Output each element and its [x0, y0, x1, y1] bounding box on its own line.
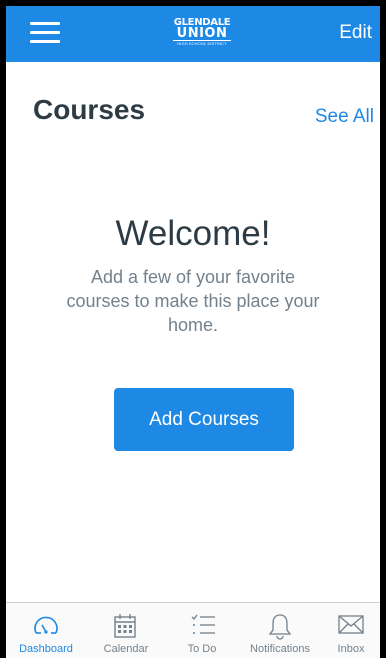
calendar-icon [114, 614, 136, 638]
logo-line-2: UNION [173, 27, 231, 41]
todo-icon [191, 614, 215, 634]
bottom-tab-bar: Dashboard Calendar To Do Notifications I… [6, 602, 380, 658]
courses-heading: Courses [33, 94, 146, 125]
hamburger-menu-icon[interactable] [30, 22, 60, 44]
envelope-icon [338, 615, 364, 634]
see-all-link[interactable]: See All [315, 106, 374, 128]
welcome-message: Add a few of your favorite courses to ma… [66, 267, 320, 335]
welcome-heading: Welcome! [115, 214, 271, 253]
app-screen: GLENDALE UNION HIGH SCHOOL DISTRICT Edit… [6, 6, 380, 658]
tab-notifications-label: Notifications [250, 643, 310, 655]
edit-button[interactable]: Edit [339, 22, 372, 44]
tab-calendar[interactable]: Calendar [86, 603, 166, 658]
tab-inbox[interactable]: Inbox [322, 603, 380, 658]
add-courses-button[interactable]: Add Courses [114, 388, 294, 451]
tab-calendar-label: Calendar [103, 643, 149, 655]
bell-icon [268, 614, 292, 640]
tab-inbox-label: Inbox [337, 643, 365, 655]
logo-line-3: HIGH SCHOOL DISTRICT [177, 41, 227, 46]
tab-dashboard[interactable]: Dashboard [6, 603, 86, 658]
dashboard-icon [34, 616, 58, 634]
tab-todo-label: To Do [187, 643, 217, 655]
top-nav-bar: GLENDALE UNION HIGH SCHOOL DISTRICT Edit [6, 6, 380, 62]
school-logo: GLENDALE UNION HIGH SCHOOL DISTRICT [173, 18, 231, 50]
tab-dashboard-label: Dashboard [19, 643, 73, 655]
tab-todo[interactable]: To Do [166, 603, 238, 658]
tab-notifications[interactable]: Notifications [238, 603, 322, 658]
